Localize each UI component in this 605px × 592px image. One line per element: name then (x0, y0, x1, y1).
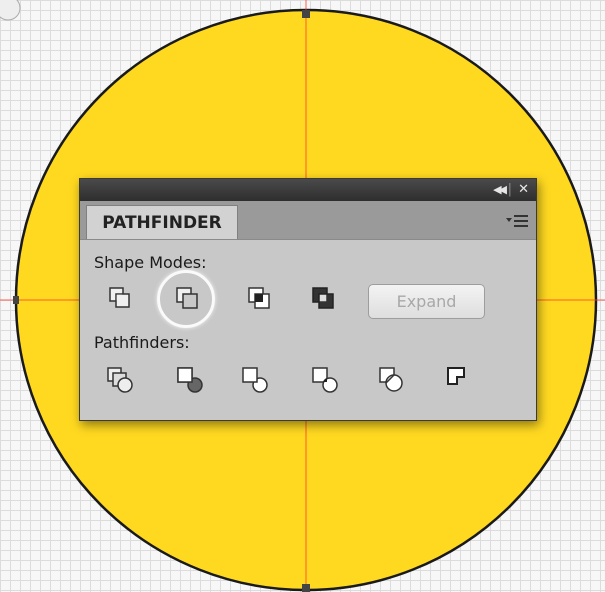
shape-modes-label: Shape Modes: (94, 253, 207, 272)
outline-icon[interactable] (377, 365, 409, 395)
expand-button[interactable]: Expand (368, 284, 485, 319)
merge-icon[interactable] (240, 365, 272, 395)
panel-menu-icon[interactable] (504, 211, 530, 231)
minus-front-icon[interactable] (174, 285, 200, 311)
titlebar-separator: | (507, 182, 512, 197)
left-anchor (13, 296, 19, 304)
bottom-anchor (302, 584, 310, 592)
minus-back-icon[interactable] (445, 365, 477, 395)
panel-tabbar: PATHFINDER (80, 201, 536, 240)
panel-titlebar[interactable]: ◀◀ | ✕ (80, 179, 536, 201)
divide-icon[interactable] (105, 365, 137, 395)
corner-widget-icon[interactable] (0, 0, 21, 21)
unite-icon[interactable] (107, 285, 133, 311)
pathfinder-panel: ◀◀ | ✕ PATHFINDER Shape Modes: Expand Pa… (79, 178, 537, 421)
close-icon[interactable]: ✕ (518, 181, 529, 199)
trim-icon[interactable] (175, 365, 207, 395)
crop-icon[interactable] (310, 365, 342, 395)
tab-pathfinder[interactable]: PATHFINDER (86, 205, 238, 239)
center-anchor (302, 10, 310, 18)
intersect-icon[interactable] (246, 285, 272, 311)
double-chevron-left-icon[interactable]: ◀◀ (493, 181, 507, 199)
exclude-icon[interactable] (310, 285, 336, 311)
pathfinders-label: Pathfinders: (94, 333, 190, 352)
